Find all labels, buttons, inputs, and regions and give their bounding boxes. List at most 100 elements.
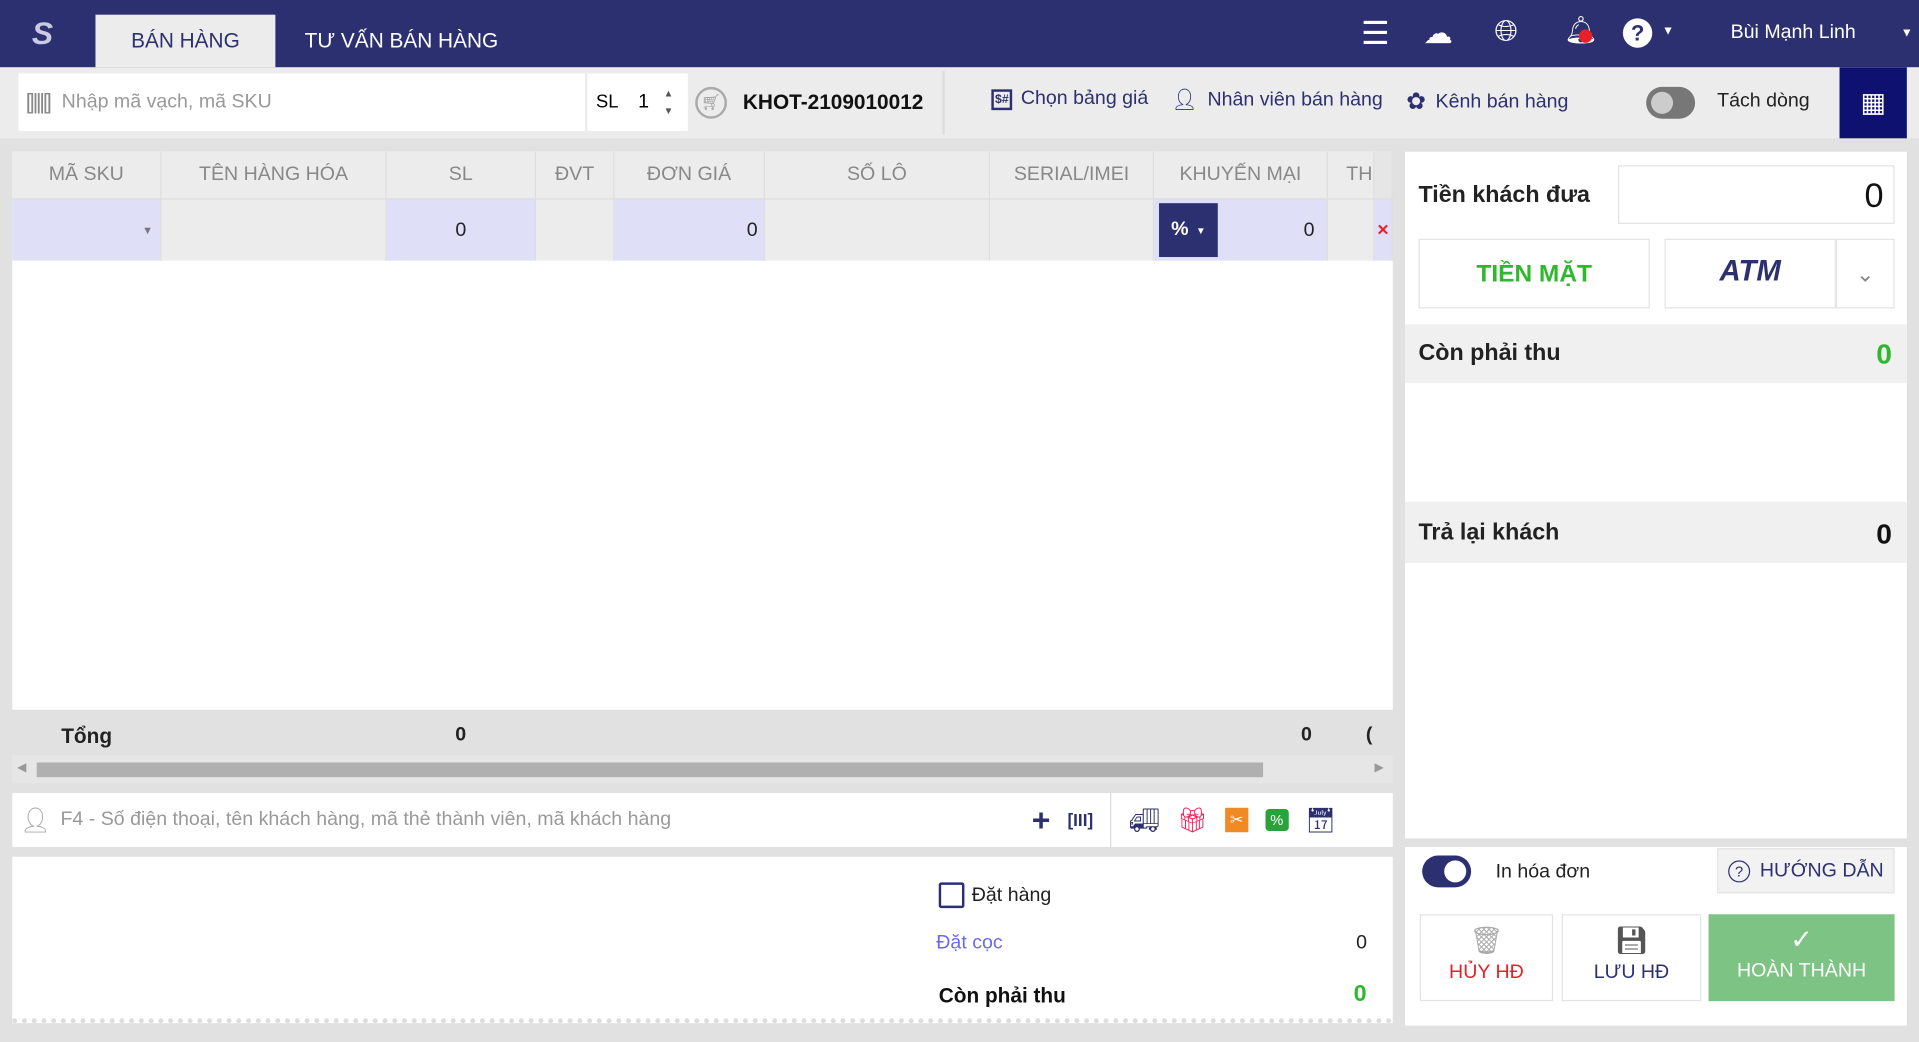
split-line-toggle[interactable] xyxy=(1646,86,1696,119)
split-line-label: Tách dòng xyxy=(1717,90,1810,112)
sales-staff-button[interactable]: 👤︎ Nhân viên bán hàng xyxy=(1171,88,1383,112)
network-icon: ✿ xyxy=(1406,89,1426,116)
price-list-icon: $# xyxy=(991,88,1013,110)
scan-card-icon[interactable]: [III] xyxy=(1067,810,1093,830)
search-placeholder: Nhập mã vạch, mã SKU xyxy=(61,91,272,112)
help-icon: ? xyxy=(1728,859,1751,882)
customer-placeholder: F4 - Số điện thoại, tên khách hàng, mã t… xyxy=(60,808,672,830)
user-menu-chevron-icon[interactable]: ▼ xyxy=(1901,27,1913,40)
scrollbar-thumb[interactable] xyxy=(36,762,1264,778)
sku-dropdown[interactable]: ▼ xyxy=(12,198,162,261)
gift-icon[interactable]: 🎁︎ xyxy=(1177,805,1208,836)
spinner-arrows-icon[interactable]: ▲ ▼ xyxy=(664,85,674,119)
calendar-icon[interactable]: 📅︎ xyxy=(1305,805,1336,836)
order-label: Đặt hàng xyxy=(971,884,1052,906)
change-value: 0 xyxy=(1876,517,1892,550)
sales-staff-label: Nhân viên bán hàng xyxy=(1207,89,1383,111)
total-row xyxy=(12,709,1393,756)
person-icon: 👤︎ xyxy=(1171,88,1198,112)
remaining-label: Còn phải thu xyxy=(1418,340,1561,366)
checkbox[interactable] xyxy=(938,882,965,909)
col-header-serial: SERIAL/IMEI xyxy=(990,151,1155,199)
serial-cell xyxy=(990,198,1155,261)
col-header-name: TÊN HÀNG HÓA xyxy=(161,151,387,199)
deposit-value: 0 xyxy=(1356,932,1367,954)
col-header-unit: ĐVT xyxy=(536,151,615,199)
user-icon: 👤︎ xyxy=(19,807,51,835)
cash-button[interactable]: TIỀN MẶT xyxy=(1418,238,1650,309)
cart-icon: 🛒︎ xyxy=(695,86,727,119)
chevron-down-icon[interactable]: ▼ xyxy=(1662,24,1674,37)
sales-channel-label: Kênh bán hàng xyxy=(1435,91,1569,112)
price-list-label: Chọn bảng giá xyxy=(1020,88,1149,109)
col-header-lot: SỐ LÔ xyxy=(764,151,991,199)
payment-more-chevron-icon[interactable]: ⌄ xyxy=(1835,238,1895,309)
total-th: ( xyxy=(1365,724,1373,746)
logo-icon: S xyxy=(31,14,54,52)
menu-icon[interactable]: ☰ xyxy=(1361,15,1390,53)
change-label: Trả lại khách xyxy=(1418,520,1560,546)
complete-button[interactable]: ✓ HOÀN THÀNH xyxy=(1708,914,1895,1002)
col-header-price: ĐƠN GIÁ xyxy=(614,151,765,199)
customer-paid-input[interactable]: 0 xyxy=(1617,165,1895,224)
col-header-th: TH xyxy=(1327,151,1375,199)
complete-label: HOÀN THÀNH xyxy=(1737,960,1867,982)
discount-type-label: % xyxy=(1171,219,1189,240)
remaining-label: Còn phải thu xyxy=(938,984,1066,1008)
price-list-button[interactable]: $# Chọn bảng giá xyxy=(991,88,1148,110)
th-cell xyxy=(1327,198,1375,261)
print-invoice-toggle[interactable] xyxy=(1422,855,1472,888)
col-header-sku: MÃ SKU xyxy=(12,151,162,199)
divider xyxy=(942,70,945,135)
user-name[interactable]: Bùi Mạnh Linh xyxy=(1731,22,1856,44)
print-invoice-label: In hóa đơn xyxy=(1495,861,1591,883)
price-cell[interactable]: 0 xyxy=(614,198,765,261)
atm-button[interactable]: ATM xyxy=(1664,238,1836,309)
remaining-value: 0 xyxy=(1353,981,1367,1008)
remaining-value: 0 xyxy=(1876,337,1892,370)
order-panel xyxy=(12,856,1393,1024)
col-header-qty: SL xyxy=(386,151,537,199)
voucher-icon[interactable]: ✂ xyxy=(1225,807,1249,833)
globe-icon[interactable]: 🌐︎ xyxy=(1494,15,1518,49)
delete-row-icon[interactable]: × xyxy=(1374,198,1393,261)
help-icon[interactable]: ? xyxy=(1622,18,1653,48)
lot-cell xyxy=(764,198,991,261)
discount-type-dropdown[interactable]: % ▼ xyxy=(1159,203,1218,258)
bell-icon[interactable]: 🔔︎ xyxy=(1564,15,1598,47)
col-header-promotion: KHUYẾN MẠI xyxy=(1154,151,1328,199)
tab-tu-van-ban-hang[interactable]: TƯ VẤN BÁN HÀNG xyxy=(289,15,514,68)
unit-cell xyxy=(536,198,615,261)
name-cell xyxy=(161,198,387,261)
barcode-icon: [|||||] xyxy=(25,89,52,114)
trash-icon: 🗑︎ xyxy=(1469,925,1504,956)
total-promotion: 0 xyxy=(1301,724,1312,746)
customer-paid-label: Tiền khách đưa xyxy=(1418,182,1590,209)
total-label: Tổng xyxy=(61,724,113,748)
guide-label: HƯỚNG DẪN xyxy=(1759,859,1884,881)
delivery-truck-icon[interactable]: 🚚︎ xyxy=(1129,805,1160,836)
sales-channel-button[interactable]: ✿ Kênh bán hàng xyxy=(1406,88,1568,116)
grid-view-button[interactable]: ▦ xyxy=(1839,67,1907,139)
quantity-stepper[interactable]: SL 1 ▲ ▼ xyxy=(587,73,688,131)
horizontal-scrollbar[interactable]: ◀ ▶ xyxy=(12,755,1393,784)
qty-label: SL xyxy=(596,91,619,113)
total-qty: 0 xyxy=(455,724,467,746)
tab-ban-hang[interactable]: BÁN HÀNG xyxy=(95,14,276,68)
save-invoice-button[interactable]: 💾︎ LƯU HĐ xyxy=(1561,914,1702,1002)
save-icon: 💾︎ xyxy=(1614,925,1649,956)
discount-tag-icon[interactable]: % xyxy=(1265,808,1289,832)
chevron-down-icon: ▼ xyxy=(1195,224,1206,236)
cancel-invoice-button[interactable]: 🗑︎ HỦY HĐ xyxy=(1419,914,1554,1002)
add-customer-icon[interactable]: + xyxy=(1032,801,1051,839)
check-icon: ✓ xyxy=(1790,924,1813,955)
deposit-link[interactable]: Đặt cọc xyxy=(936,933,1002,955)
save-label: LƯU HĐ xyxy=(1593,961,1670,983)
guide-button[interactable]: ? HƯỚNG DẪN xyxy=(1717,848,1895,894)
order-checkbox[interactable]: Đặt hàng xyxy=(938,882,1052,909)
search-input[interactable]: [|||||] Nhập mã vạch, mã SKU xyxy=(18,73,586,131)
qty-value[interactable]: 1 xyxy=(638,91,649,113)
qty-cell[interactable]: 0 xyxy=(386,198,537,261)
cloud-sync-icon[interactable]: ☁ xyxy=(1423,16,1452,51)
table-header-scroll xyxy=(1374,151,1393,199)
